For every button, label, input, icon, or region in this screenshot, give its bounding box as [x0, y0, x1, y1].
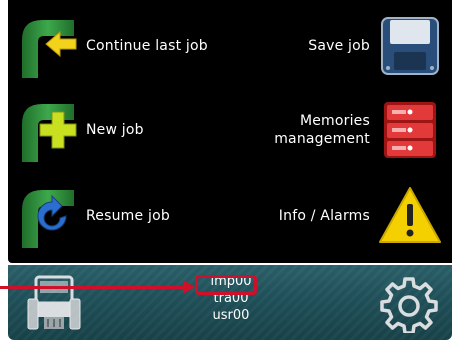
continue-last-job-button[interactable]: Continue last job	[16, 6, 226, 86]
pipe-plus-icon	[22, 104, 77, 162]
pipe-arrow-left-icon	[22, 20, 77, 78]
memories-management-label: Memories management	[274, 112, 370, 148]
new-job-button[interactable]: New job	[16, 90, 226, 170]
memories-label-line1: Memories	[299, 113, 370, 129]
resume-job-button[interactable]: Resume job	[16, 176, 226, 256]
save-job-label: Save job	[308, 38, 370, 54]
memories-management-button[interactable]: Memories management	[242, 90, 442, 170]
resume-job-label: Resume job	[86, 208, 170, 224]
menu-row-2: New job Memories management	[8, 90, 452, 170]
callout-highlight-box	[195, 275, 257, 295]
save-job-button[interactable]: Save job	[242, 6, 442, 86]
user-profile-text: usr00	[212, 308, 250, 323]
memory-cabinet-icon	[384, 102, 436, 158]
menu-row-1: Continue last job Save job	[8, 6, 452, 86]
memories-label-line2: management	[274, 131, 370, 147]
floppy-disk-icon	[381, 17, 439, 75]
gear-icon[interactable]	[380, 275, 438, 333]
callout-arrow-icon	[183, 280, 195, 294]
info-alarms-button[interactable]: Info / Alarms	[242, 176, 442, 256]
continue-last-job-label: Continue last job	[86, 38, 208, 54]
tractor-icon[interactable]	[26, 273, 82, 333]
main-menu-screen: Continue last job Save job New job Memor…	[8, 0, 452, 263]
new-job-label: New job	[86, 122, 144, 138]
menu-row-3: Resume job Info / Alarms	[8, 176, 452, 256]
info-alarms-label: Info / Alarms	[278, 208, 370, 224]
warning-triangle-icon	[379, 187, 441, 243]
callout-line	[0, 286, 188, 289]
pipe-refresh-icon	[22, 190, 74, 248]
